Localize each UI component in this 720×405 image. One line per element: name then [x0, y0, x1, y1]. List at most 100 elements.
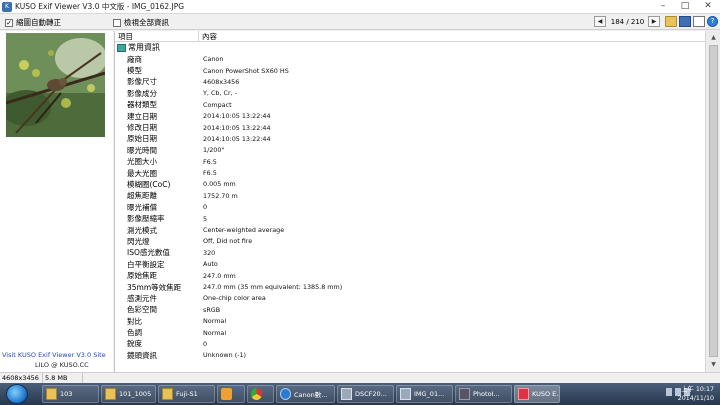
status-file-size: 5.8 MB [43, 373, 83, 383]
checkbox-box[interactable]: ✓ [5, 18, 13, 27]
table-row[interactable]: 原始日期 2014:10:05 13:22:44 [115, 133, 705, 144]
title-bar: K KUSO Exif Viewer V3.0 中文版 - IMG_0162.J… [0, 0, 720, 14]
row-item-value: Normal [203, 328, 227, 337]
taskbar-button[interactable]: PhotoI... [455, 385, 512, 403]
taskbar-button-label: Canon數... [294, 391, 328, 399]
row-item-value: Center-weighted average [203, 226, 285, 235]
row-item-value: 247.0 mm [203, 271, 236, 280]
table-row[interactable]: 超焦距離 1752.70 m [115, 190, 705, 201]
clock-date: 2014/11/10 [677, 395, 714, 402]
column-header-item[interactable]: 項目 [115, 31, 199, 41]
taskbar-button-label: KUSO E... [532, 390, 559, 398]
minimize-button[interactable]: – [652, 0, 674, 14]
folder-icon [162, 388, 173, 400]
start-button[interactable] [6, 384, 28, 404]
group-row[interactable]: 常用資訊 [115, 42, 705, 54]
row-item-name: 曝光補償 [127, 202, 157, 212]
image-thumbnail[interactable] [6, 33, 105, 137]
table-row[interactable]: 對比 Normal [115, 315, 705, 326]
photo-icon [459, 388, 470, 400]
taskbar-button[interactable]: DSCF20... [337, 385, 394, 403]
taskbar-button[interactable]: IMG_01... [396, 385, 453, 403]
taskbar-button[interactable] [247, 385, 274, 403]
row-item-name: 鏡頭資訊 [127, 350, 157, 360]
table-row[interactable]: 影像成分 Y, Cb, Cr, - [115, 88, 705, 99]
column-header-value[interactable]: 內容 [199, 31, 217, 41]
table-row[interactable]: 影像尺寸 4608x3456 [115, 76, 705, 87]
taskbar-button-label: 103 [60, 390, 73, 398]
next-image-button[interactable]: ▶ [648, 16, 660, 27]
table-row[interactable]: 模型 Canon PowerShot SX60 HS [115, 65, 705, 76]
table-row[interactable]: 器材類型 Compact [115, 99, 705, 110]
row-item-value: Compact [203, 100, 232, 109]
row-item-value: Off, Did not fire [203, 237, 253, 246]
row-item-value: 5 [203, 214, 208, 223]
window-title: KUSO Exif Viewer V3.0 中文版 - IMG_0162.JPG [15, 2, 185, 11]
table-row[interactable]: 35mm等效焦距 247.0 mm (35 mm equivalent: 1385… [115, 281, 705, 292]
table-row[interactable]: 廠商 Canon [115, 54, 705, 65]
document-icon[interactable] [693, 16, 705, 27]
close-button[interactable]: ✕ [696, 0, 720, 14]
row-item-name: 曝光時間 [127, 145, 157, 155]
table-row[interactable]: 閃光燈 Off, Did not fire [115, 236, 705, 247]
chrome-icon [251, 388, 262, 400]
table-row[interactable]: 色彩空間 sRGB [115, 304, 705, 315]
show-all-label: 檢視全部資訊 [124, 18, 169, 27]
table-row[interactable]: 影像壓縮率 5 [115, 213, 705, 224]
table-row[interactable]: 曝光時間 1/200" [115, 145, 705, 156]
taskbar-button[interactable]: 101_1005 [101, 385, 156, 403]
thumbnail-panel: Visit KUSO Exif Viewer V3.0 Site LILO @ … [0, 31, 113, 372]
row-item-name: 閃光燈 [127, 236, 150, 246]
table-row[interactable]: 感測元件 One-chip color area [115, 293, 705, 304]
image-counter: 184 / 210 [610, 18, 645, 26]
tray-flag-icon[interactable] [666, 388, 672, 396]
table-row[interactable]: 原始焦距 247.0 mm [115, 270, 705, 281]
row-item-name: 對比 [127, 316, 142, 326]
table-row[interactable]: 鏡頭資訊 Unknown (-1) [115, 350, 705, 361]
auto-rotate-checkbox[interactable]: ✓ 縮圖自動轉正 [5, 17, 61, 28]
folder-icon [105, 388, 116, 400]
show-all-checkbox[interactable]: 檢視全部資訊 [113, 17, 169, 28]
previous-image-button[interactable]: ◀ [594, 16, 606, 27]
taskbar-button-label: DSCF20... [355, 390, 387, 398]
info-group-icon [117, 43, 126, 52]
bird-photo-thumbnail [6, 33, 105, 137]
taskbar-button[interactable]: Canon數... [276, 385, 335, 403]
table-row[interactable]: 最大光圈 F6.5 [115, 167, 705, 178]
row-item-name: 最大光圈 [127, 168, 157, 178]
row-item-name: 色調 [127, 328, 142, 338]
maximize-button[interactable]: □ [674, 0, 696, 14]
vertical-scrollbar[interactable]: ▲ ▼ [705, 31, 720, 372]
table-row[interactable]: 白平衡設定 Auto [115, 259, 705, 270]
checkbox-box[interactable] [113, 18, 121, 27]
open-folder-icon[interactable] [665, 16, 677, 27]
row-item-name: 模糊圈(CoC) [127, 179, 171, 189]
table-row[interactable]: 建立日期 2014:10:05 13:22:44 [115, 110, 705, 121]
table-row[interactable]: 模糊圈(CoC) 0.005 mm [115, 179, 705, 190]
taskbar-button[interactable]: 103 [42, 385, 99, 403]
table-row[interactable]: 曝光補償 0 [115, 202, 705, 213]
site-link[interactable]: Visit KUSO Exif Viewer V3.0 Site [2, 351, 114, 359]
row-item-value: Normal [203, 317, 227, 326]
taskbar-button[interactable] [217, 385, 245, 403]
row-item-name: 原始日期 [127, 134, 157, 144]
status-dimensions: 4608x3456 [0, 373, 43, 383]
row-item-name: 35mm等效焦距 [127, 282, 182, 292]
taskbar-clock[interactable]: 上午 10:17 2014/11/10 [678, 385, 714, 403]
help-icon[interactable]: ? [707, 16, 718, 27]
save-icon[interactable] [679, 16, 691, 27]
table-row[interactable]: ISO感光數值 320 [115, 247, 705, 258]
table-row[interactable]: 修改日期 2014:10:05 13:22:44 [115, 122, 705, 133]
table-row[interactable]: 光圈大小 F6.5 [115, 156, 705, 167]
table-row[interactable]: 色調 Normal [115, 327, 705, 338]
row-item-value: Canon [203, 55, 224, 64]
scroll-down-arrow-icon[interactable]: ▼ [708, 360, 719, 370]
taskbar-button[interactable]: Fuji-S1 [158, 385, 215, 403]
table-row[interactable]: 銳度 0 [115, 338, 705, 349]
row-item-value: Unknown (-1) [203, 351, 247, 360]
row-item-name: 廠商 [127, 54, 142, 64]
taskbar-button[interactable]: KUSO E... [514, 385, 560, 403]
scrollbar-thumb[interactable] [709, 45, 718, 357]
scroll-up-arrow-icon[interactable]: ▲ [708, 33, 719, 43]
table-row[interactable]: 測光模式 Center-weighted average [115, 224, 705, 235]
